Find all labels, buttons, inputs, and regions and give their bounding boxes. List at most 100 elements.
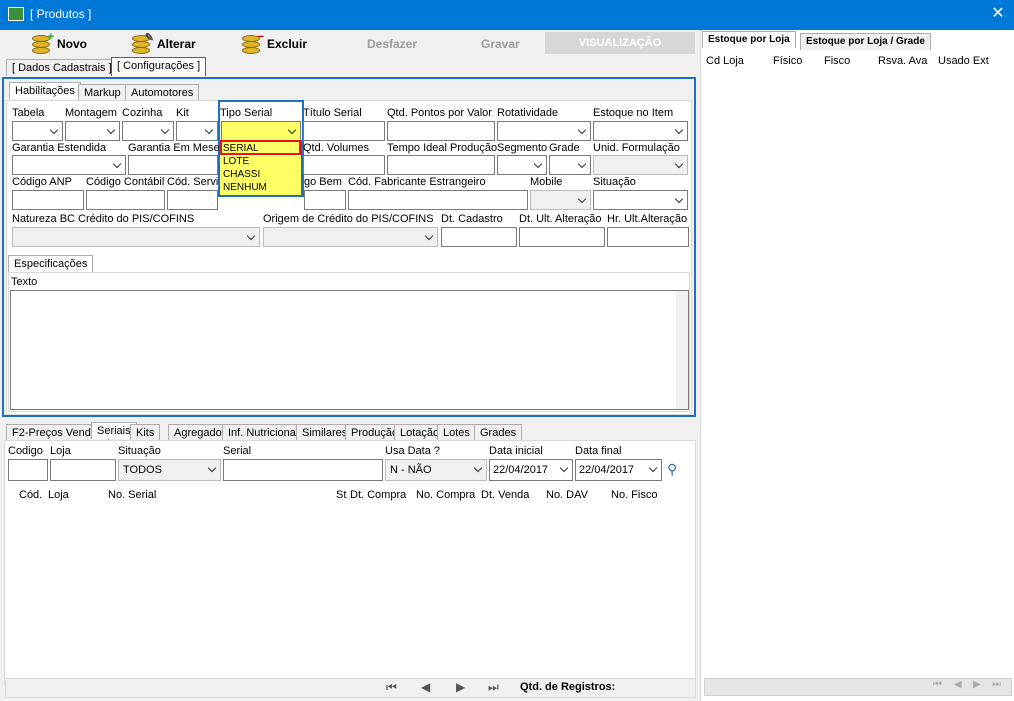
last-record-icon[interactable]: ⏭	[488, 680, 499, 695]
right-last-icon[interactable]: ⏭	[992, 679, 1001, 690]
col-dt-compra: Dt. Compra	[350, 489, 407, 501]
codigo-filter-input[interactable]	[8, 459, 48, 481]
cod-fabricante-label: Cód. Fabricante Estrangeiro	[348, 176, 486, 188]
tab-automotores[interactable]: Automotores	[125, 84, 200, 101]
usa-data-select[interactable]: N - NÃO	[385, 459, 487, 481]
tab-estoque-loja-grade[interactable]: Estoque por Loja / Grade	[800, 33, 931, 50]
cod-servico-input[interactable]	[167, 190, 218, 210]
montagem-label: Montagem	[65, 107, 117, 119]
mobile-label: Mobile	[530, 176, 563, 188]
rotatividade-label: Rotatividade	[497, 107, 559, 119]
hr-ult-alteracao-input[interactable]	[607, 227, 689, 247]
tab-dados-cadastrais[interactable]: [ Dados Cadastrais ]	[6, 59, 118, 76]
next-record-icon[interactable]: ▶	[456, 680, 465, 694]
situacao-select[interactable]	[593, 190, 688, 210]
unid-formulacao-select[interactable]	[593, 155, 688, 175]
garantia-meses-input[interactable]	[128, 155, 218, 175]
excluir-button[interactable]: − Excluir	[240, 30, 307, 58]
tab-grades[interactable]: Grades	[474, 424, 523, 441]
prev-record-icon[interactable]: ◀	[421, 680, 430, 694]
coins-add-icon: +	[30, 31, 54, 55]
rotatividade-select[interactable]	[497, 121, 591, 141]
right-footer-bar	[704, 678, 1012, 696]
right-prev-icon[interactable]: ◀	[954, 679, 962, 690]
tabela-select[interactable]	[12, 121, 63, 141]
right-first-icon[interactable]: ⏮	[933, 679, 942, 690]
origem-credito-select[interactable]	[263, 227, 438, 247]
right-next-icon[interactable]: ▶	[973, 679, 981, 690]
situacao-filter-select[interactable]: TODOS	[118, 459, 221, 481]
mobile-select[interactable]	[530, 190, 591, 210]
grade-select[interactable]	[549, 155, 591, 175]
first-record-icon[interactable]: ⏮	[386, 680, 397, 695]
option-chassi[interactable]: CHASSI	[223, 169, 260, 180]
data-inicial-picker[interactable]: 22/04/2017	[489, 459, 573, 481]
app-icon	[8, 7, 24, 21]
tab-inf-nutricional[interactable]: Inf. Nutricional	[222, 424, 305, 441]
data-inicial-value: 22/04/2017	[493, 464, 549, 476]
dt-cadastro-label: Dt. Cadastro	[441, 213, 503, 225]
segmento-select[interactable]	[497, 155, 547, 175]
close-icon[interactable]: ✕	[988, 4, 1008, 24]
tab-configuracoes[interactable]: [ Configurações ]	[111, 57, 207, 76]
natureza-bc-select[interactable]	[12, 227, 260, 247]
gravar-label: Gravar	[481, 37, 520, 51]
hr-ult-alteracao-label: Hr. Ult.Alteração	[607, 213, 688, 225]
tab-especificacoes[interactable]: Especificações	[8, 255, 94, 272]
codigo-anp-label: Código ANP	[12, 176, 72, 188]
usa-data-value: N - NÃO	[390, 464, 432, 476]
option-nenhum[interactable]: NENHUM	[223, 182, 267, 193]
garantia-meses-label: Garantia Em Meses	[128, 142, 226, 154]
option-lote[interactable]: LOTE	[223, 156, 249, 167]
tab-estoque-loja[interactable]: Estoque por Loja	[702, 31, 796, 48]
grade-label: Grade	[549, 142, 580, 154]
estoque-item-select[interactable]	[593, 121, 688, 141]
desfazer-button[interactable]: Desfazer	[367, 30, 417, 58]
texto-textarea[interactable]	[10, 290, 689, 410]
tabela-label: Tabela	[12, 107, 45, 119]
cozinha-select[interactable]	[122, 121, 174, 141]
qtd-volumes-label: Qtd. Volumes	[303, 142, 370, 154]
situacao-filter-value: TODOS	[123, 464, 162, 476]
qtd-volumes-input[interactable]	[303, 155, 385, 175]
codigo-filter-label: Codigo	[8, 445, 43, 457]
excluir-label: Excluir	[267, 37, 308, 51]
tab-kits[interactable]: Kits	[130, 424, 161, 441]
codigo-contabil-label: Código Contábil	[86, 176, 165, 188]
tab-markup[interactable]: Markup	[78, 84, 127, 101]
novo-button[interactable]: + Novo	[30, 30, 87, 58]
tipo-serial-select[interactable]	[221, 121, 301, 141]
serial-filter-input[interactable]	[223, 459, 383, 481]
col-fisico: Físico	[773, 55, 803, 67]
usa-data-label: Usa Data ?	[385, 445, 441, 457]
data-inicial-label: Data inicial	[489, 445, 543, 457]
data-final-value: 22/04/2017	[579, 464, 635, 476]
qtd-pontos-input[interactable]	[387, 121, 495, 141]
dt-ult-alteracao-input[interactable]	[519, 227, 605, 247]
coins-edit-icon: ✎	[130, 32, 154, 55]
genero-bem-input[interactable]	[304, 190, 346, 210]
window-title: [ Produtos ]	[30, 7, 92, 21]
codigo-anp-input[interactable]	[12, 190, 84, 210]
montagem-select[interactable]	[65, 121, 120, 141]
codigo-contabil-input[interactable]	[86, 190, 165, 210]
gravar-button[interactable]: Gravar	[481, 30, 520, 58]
loja-filter-input[interactable]	[50, 459, 116, 481]
col-loja: Loja	[48, 489, 69, 501]
titulo-serial-input[interactable]	[303, 121, 385, 141]
texto-scrollbar[interactable]	[676, 291, 688, 409]
tempo-ideal-input[interactable]	[387, 155, 495, 175]
col-fisco: Fisco	[824, 55, 851, 67]
cod-fabricante-input[interactable]	[348, 190, 528, 210]
garantia-estendida-select[interactable]	[12, 155, 126, 175]
title-bar: [ Produtos ] ✕	[0, 0, 1014, 30]
tab-habilitacoes[interactable]: Habilitações	[9, 82, 81, 99]
coins-remove-icon: −	[240, 31, 264, 55]
search-icon[interactable]: ⚲	[667, 461, 677, 478]
kit-select[interactable]	[176, 121, 218, 141]
data-final-picker[interactable]: 22/04/2017	[575, 459, 662, 481]
alterar-button[interactable]: ✎ Alterar	[130, 30, 196, 58]
tab-lotes[interactable]: Lotes	[437, 424, 476, 441]
dt-cadastro-input[interactable]	[441, 227, 517, 247]
visualizacao-badge: VISUALIZAÇÃO	[545, 32, 695, 54]
